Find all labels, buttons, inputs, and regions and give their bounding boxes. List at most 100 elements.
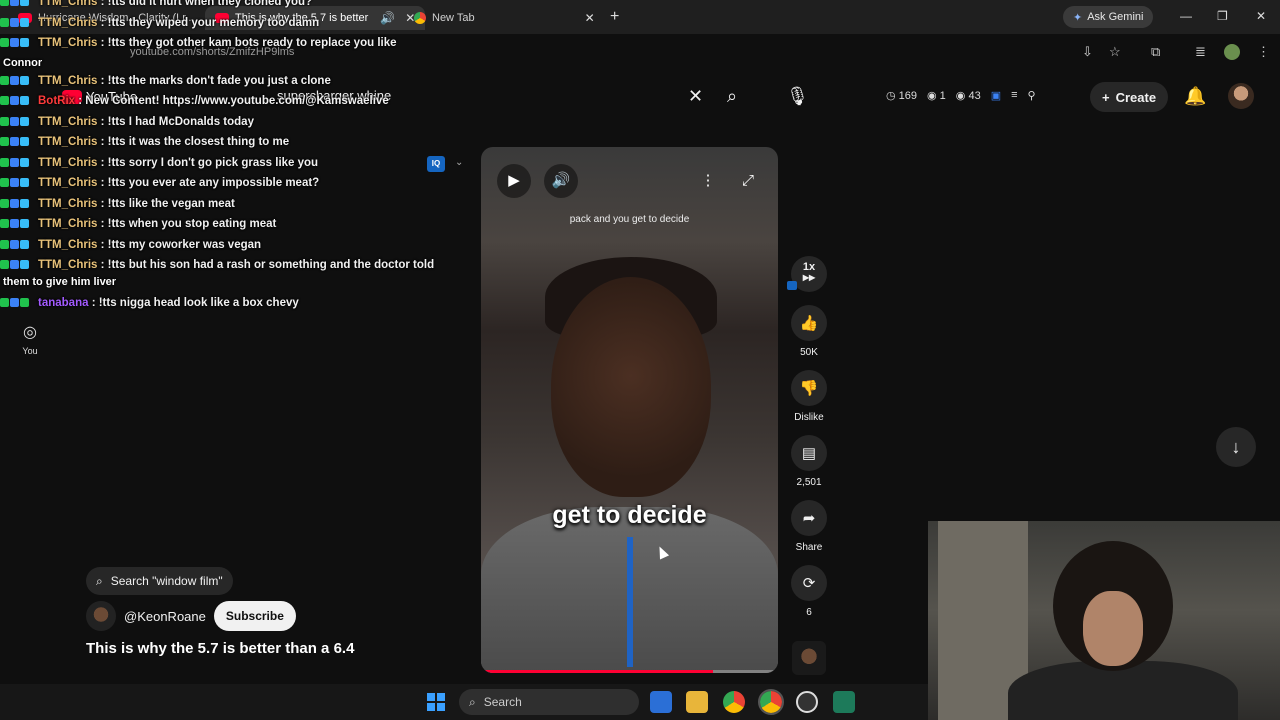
chat-message: TTM_Chris : !tts they got other kam bots… xyxy=(0,37,440,69)
channel-avatar[interactable] xyxy=(86,601,116,631)
chrome-app-icon[interactable] xyxy=(723,691,745,713)
chat-message: TTM_Chris : !tts the marks don't fade yo… xyxy=(0,75,440,96)
chat-badges xyxy=(0,157,38,169)
chat-username: TTM_Chris xyxy=(38,177,98,189)
chat-message: TTM_Chris : !tts my coworker was vegan xyxy=(0,239,440,260)
short-video-player[interactable]: ▶ 🔊 ⋮ ⤢ pack and you get to decide get t… xyxy=(481,147,778,673)
search-icon[interactable]: ⌕ xyxy=(727,86,737,107)
new-tab-icon[interactable]: + xyxy=(610,8,619,26)
taskbar-search-label: Search xyxy=(483,695,522,709)
taskbar-search[interactable]: ⌕ Search xyxy=(459,689,639,715)
user-avatar[interactable] xyxy=(1228,83,1254,109)
short-title[interactable]: This is why the 5.7 is better than a 6.4 xyxy=(86,640,354,657)
chat-text: : !tts you ever ate any impossible meat? xyxy=(100,177,320,189)
windows-taskbar: ⌕ Search xyxy=(0,684,928,720)
users-count: 1 xyxy=(939,90,946,102)
notifications-bell-icon[interactable]: 🔔 xyxy=(1184,86,1206,107)
chat-text: : !tts when you stop eating meat xyxy=(100,218,277,230)
sidebar-item-you[interactable]: ◎ You xyxy=(14,322,46,356)
iq-extension-icon[interactable]: ▣ xyxy=(991,89,1001,102)
create-label: Create xyxy=(1115,89,1157,105)
comment-icon: ▤ xyxy=(791,435,827,471)
next-short-arrow-down-icon[interactable]: ↓ xyxy=(1216,427,1256,467)
windows-start-icon[interactable] xyxy=(427,693,445,711)
chat-message: TTM_Chris : !tts you ever ate any imposs… xyxy=(0,177,440,198)
bookmark-star-icon[interactable]: ☆ xyxy=(1109,44,1121,60)
chat-username: TTM_Chris xyxy=(38,16,98,29)
chat-text: : !tts the marks don't fade you just a c… xyxy=(100,74,331,87)
remix-button[interactable]: ⟳ 6 xyxy=(788,565,830,618)
search-icon: ⌕ xyxy=(96,573,103,588)
gemini-spark-icon: ✦ xyxy=(1073,11,1083,24)
share-button[interactable]: ➦ Share xyxy=(788,500,830,553)
trophy-icon[interactable]: ⚲ xyxy=(1028,89,1036,102)
volume-icon[interactable]: 🔊 xyxy=(544,164,578,198)
chat-text: : !tts did it hurt when they cloned you? xyxy=(100,0,313,8)
video-frame-face xyxy=(551,277,711,497)
close-window-icon[interactable]: ✕ xyxy=(1256,9,1266,23)
comments-button[interactable]: ▤ 2,501 xyxy=(788,435,830,488)
webcam-face xyxy=(1083,591,1143,666)
file-explorer-icon[interactable] xyxy=(686,691,708,713)
chrome-profile-app-icon[interactable] xyxy=(758,689,784,715)
sound-channel-thumbnail[interactable] xyxy=(792,641,826,675)
extensions-icon[interactable]: ⧉ xyxy=(1151,44,1160,60)
profile-avatar[interactable] xyxy=(1224,44,1240,60)
dislike-label: Dislike xyxy=(794,412,824,423)
close-tab-icon[interactable]: ✕ xyxy=(585,11,595,25)
chat-message: TTM_Chris : !tts like the vegan meat xyxy=(0,198,440,219)
chat-badges xyxy=(0,17,38,29)
list-icon[interactable]: ≡ xyxy=(1011,89,1017,102)
chat-username: BotRix xyxy=(38,95,76,107)
caption-overlay-large: get to decide xyxy=(552,501,707,529)
channel-handle[interactable]: @KeonRoane xyxy=(124,609,206,624)
chat-message: BotRix : New Content! https://www.youtub… xyxy=(0,95,440,116)
more-options-icon[interactable]: ⋮ xyxy=(691,164,725,198)
chat-text: : !tts nigga head look like a box chevy xyxy=(91,296,299,309)
iq-extension-chip-icon[interactable]: IQ xyxy=(427,156,445,172)
chat-badges xyxy=(0,0,38,8)
microphone-icon[interactable]: 🎙 xyxy=(786,86,809,107)
chat-username: TTM_Chris xyxy=(38,197,98,210)
chat-text: : !tts it was the closest thing to me xyxy=(100,136,290,148)
search-chip-label: Search "window film" xyxy=(110,574,223,588)
store-app-icon[interactable] xyxy=(650,691,672,713)
sidebar-item-label: You xyxy=(22,346,38,356)
search-icon: ⌕ xyxy=(469,694,476,709)
chat-spacer xyxy=(0,58,440,75)
chat-text: : !tts my coworker was vegan xyxy=(100,238,262,251)
subscribe-button[interactable]: Subscribe xyxy=(213,601,296,631)
install-app-icon[interactable]: ⇩ xyxy=(1082,44,1093,60)
chat-message: TTM_Chris : !tts sorry I don't go pick g… xyxy=(0,157,440,178)
tab-new-tab[interactable]: New Tab ✕ xyxy=(414,6,595,30)
play-button-icon[interactable]: ▶ xyxy=(497,164,531,198)
progress-bar[interactable] xyxy=(481,670,778,673)
chat-badges xyxy=(0,75,38,87)
streamer-webcam xyxy=(928,521,1280,720)
related-search-chip[interactable]: ⌕ Search "window film" xyxy=(86,567,233,595)
clear-search-icon[interactable]: ✕ xyxy=(688,86,703,107)
thumbs-up-icon: 👍 xyxy=(791,305,827,341)
remix-icon: ⟳ xyxy=(791,565,827,601)
chat-username: TTM_Chris xyxy=(38,238,98,251)
browser-menu-icon[interactable]: ⋮ xyxy=(1257,44,1270,60)
obs-app-icon[interactable] xyxy=(796,691,818,713)
chevron-down-icon[interactable]: ⌄ xyxy=(455,157,463,168)
chat-badges xyxy=(0,218,38,230)
dislike-button[interactable]: 👎 Dislike xyxy=(788,370,830,423)
media-controls-icon[interactable]: ≣ xyxy=(1195,44,1206,60)
create-button[interactable]: + Create xyxy=(1090,82,1169,112)
maximize-icon[interactable]: ❐ xyxy=(1217,9,1228,23)
like-button[interactable]: 👍 50K xyxy=(788,305,830,358)
share-label: Share xyxy=(795,542,823,553)
chat-message: TTM_Chris : !tts they wiped your memory … xyxy=(0,17,440,38)
chat-username: TTM_Chris xyxy=(38,115,98,128)
fullscreen-icon[interactable]: ⤢ xyxy=(731,164,765,198)
minimize-icon[interactable]: — xyxy=(1180,9,1192,23)
chat-message: TTM_Chris : !tts but his son had a rash … xyxy=(0,259,440,288)
ask-gemini-button[interactable]: ✦ Ask Gemini xyxy=(1063,6,1154,28)
app-window-icon[interactable] xyxy=(833,691,855,713)
chat-badges xyxy=(0,95,38,107)
chat-username: tanabana xyxy=(38,296,89,309)
remix-count: 6 xyxy=(806,607,812,618)
